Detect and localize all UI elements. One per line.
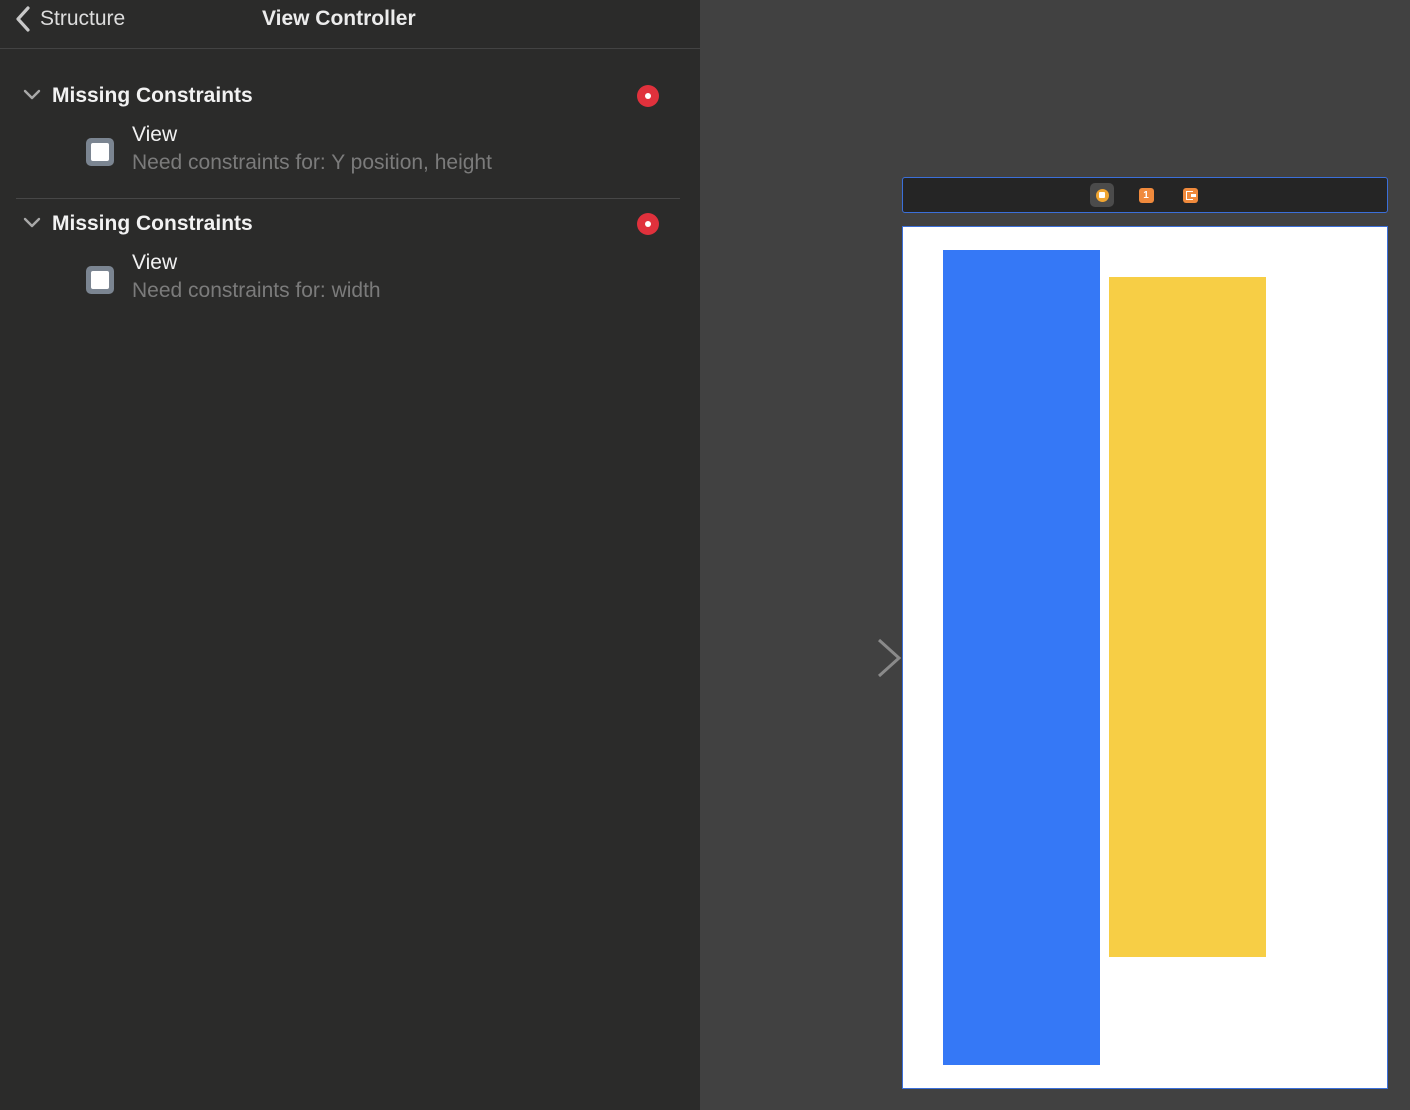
issue-group-header[interactable]: Missing Constraints — [16, 78, 680, 114]
issue-item[interactable]: View Need constraints for: width — [84, 251, 674, 314]
entry-point-arrow-icon[interactable] — [785, 636, 905, 680]
view-icon — [86, 138, 114, 166]
page-title: View Controller — [262, 7, 416, 30]
chevron-down-icon[interactable] — [23, 88, 41, 107]
chevron-down-icon[interactable] — [23, 216, 41, 235]
issue-navigator-panel: Structure View Controller Missing Constr… — [0, 0, 700, 1110]
yellow-subview[interactable] — [1109, 277, 1266, 957]
divider — [16, 198, 680, 199]
issue-item[interactable]: View Need constraints for: Y position, h… — [84, 123, 674, 186]
view-controller-icon[interactable] — [1090, 183, 1114, 207]
issue-group-title: Missing Constraints — [52, 212, 253, 235]
issue-item-title: View — [132, 251, 178, 274]
back-button-label: Structure — [40, 7, 126, 30]
xcode-window: Structure View Controller Missing Constr… — [0, 0, 1410, 1110]
first-responder-icon[interactable]: 1 — [1134, 183, 1158, 207]
back-button[interactable]: Structure — [14, 4, 125, 34]
issue-item-description: Need constraints for: Y position, height — [132, 151, 492, 174]
view-icon — [86, 266, 114, 294]
first-responder-glyph: 1 — [1138, 187, 1154, 203]
error-icon — [637, 213, 659, 235]
issue-item-description: Need constraints for: width — [132, 279, 381, 302]
error-icon — [637, 85, 659, 107]
issue-group-title: Missing Constraints — [52, 84, 253, 107]
issue-item-title: View — [132, 123, 178, 146]
issue-group-header[interactable]: Missing Constraints — [16, 206, 680, 242]
exit-icon[interactable] — [1178, 183, 1202, 207]
chevron-left-icon — [14, 5, 32, 33]
panel-header: Structure View Controller — [0, 0, 700, 49]
blue-subview[interactable] — [943, 250, 1100, 1065]
scene-dock[interactable]: 1 — [902, 177, 1388, 213]
view-controller-scene[interactable] — [902, 226, 1388, 1089]
